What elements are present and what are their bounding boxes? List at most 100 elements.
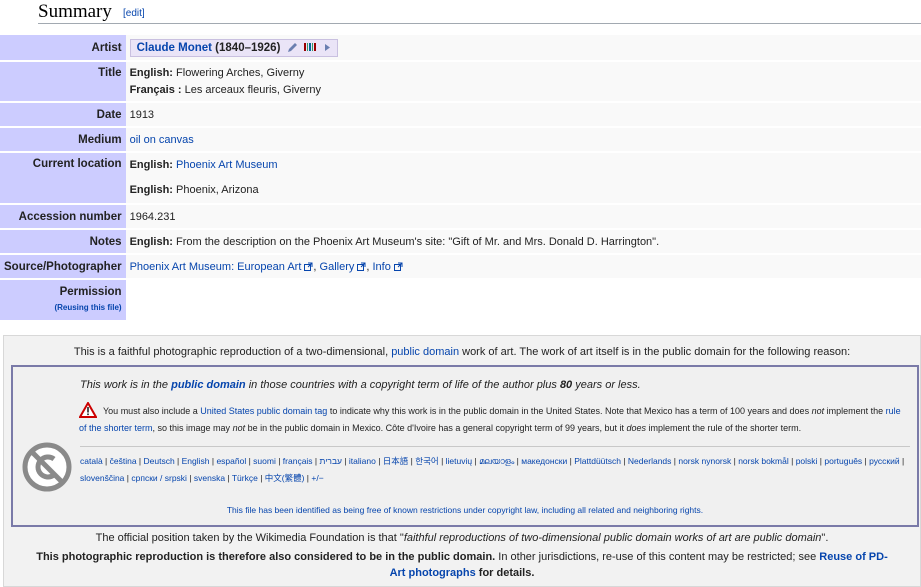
reusing-file-link[interactable]: (Reusing this file) (54, 303, 121, 312)
artist-years: (1840–1926) (215, 41, 281, 54)
medium-link[interactable]: oil on canvas (130, 134, 194, 146)
public-domain-icon (22, 442, 72, 492)
language-link[interactable]: català (80, 456, 103, 466)
final-end: for details. (475, 567, 535, 579)
external-link-icon (393, 262, 403, 272)
row-artist: Artist Claude Monet (1840–1926) (0, 35, 921, 60)
warn-does: does (626, 423, 647, 433)
pd-years: 80 (559, 379, 573, 391)
row-notes: Notes English: From the description on t… (0, 230, 921, 253)
value-medium: oil on canvas (125, 128, 921, 151)
official-text-b: ". (821, 532, 829, 544)
row-accession: Accession number 1964.231 (0, 205, 921, 228)
license-box: This is a faithful photographic reproduc… (3, 335, 921, 587)
language-link[interactable]: español (216, 456, 246, 466)
language-separator: | (102, 456, 110, 466)
language-link[interactable]: italiano (349, 456, 376, 466)
row-date: Date 1913 (0, 103, 921, 126)
label-location: Current location (0, 153, 126, 203)
language-link[interactable]: עברית (320, 456, 342, 466)
language-separator: | (136, 456, 144, 466)
title-en: Flowering Arches, Giverny (176, 66, 305, 79)
value-permission (125, 280, 921, 320)
title-lang-en: English: (129, 66, 173, 79)
language-link[interactable]: norsk bokmål (738, 456, 789, 466)
pd-art-conclusion: This photographic reproduction is theref… (32, 549, 892, 581)
warn-not-2: not (232, 423, 246, 433)
external-link-icon (304, 262, 313, 272)
final-bold: This photographic reproduction is theref… (36, 551, 496, 563)
title-lang-fr: Français : (129, 83, 182, 96)
expand-arrow-icon[interactable] (324, 43, 331, 52)
identified-link[interactable]: This file has been identified as being f… (227, 505, 703, 515)
warn-text-f: implement the rule of the shorter term. (646, 423, 802, 433)
pd-statement: This work is in the public domain in tho… (80, 379, 641, 391)
us-pd-tag-link[interactable]: United States public domain tag (200, 406, 327, 416)
language-link[interactable]: polski (796, 456, 818, 466)
source-link-european-art[interactable]: Phoenix Art Museum: European Art (130, 261, 302, 273)
public-domain-link[interactable]: public domain (391, 346, 459, 358)
identified-notice: This file has been identified as being f… (13, 505, 917, 515)
language-link[interactable]: Türkçe (232, 473, 258, 483)
warn-text-d: , so this image may (152, 423, 233, 433)
language-link[interactable]: русский (869, 456, 900, 466)
language-separator: | (312, 456, 320, 466)
value-date: 1913 (125, 103, 921, 126)
pd-text-b: in those countries with a copyright term… (245, 379, 560, 391)
wikidata-icon[interactable] (303, 42, 318, 52)
pencil-icon[interactable] (287, 42, 298, 53)
language-link[interactable]: മലയാളം (479, 456, 514, 466)
language-link[interactable]: slovenščina (80, 473, 124, 483)
language-link[interactable]: lietuvių (446, 456, 472, 466)
language-link[interactable]: 日本語 (383, 456, 409, 466)
value-artist: Claude Monet (1840–1926) (125, 35, 921, 60)
intro-text-b: work of art. The work of art itself is i… (459, 346, 851, 358)
language-link[interactable]: suomi (253, 456, 276, 466)
notes-lang: English: (129, 235, 173, 248)
edit-link[interactable]: [edit] (123, 8, 145, 19)
language-link[interactable]: српски / srpski (131, 473, 187, 483)
warn-not: not (811, 406, 825, 416)
pd-statement-link[interactable]: public domain (171, 379, 246, 391)
title-fr: Les arceaux fleuris, Giverny (184, 83, 321, 96)
language-link[interactable]: English (182, 456, 210, 466)
official-text-a: The official position taken by the Wikim… (95, 532, 404, 544)
value-notes: English: From the description on the Pho… (125, 230, 921, 253)
pd-text-a: This work is in the (80, 379, 172, 391)
language-separator: | (275, 456, 283, 466)
language-link[interactable]: Nederlands (628, 456, 671, 466)
label-medium: Medium (0, 128, 126, 151)
language-link[interactable]: Plattdüütsch (574, 456, 621, 466)
label-title: Title (0, 62, 126, 101)
language-link[interactable]: português (824, 456, 862, 466)
label-artist: Artist (0, 35, 126, 60)
location-lang-2: English: (129, 184, 173, 196)
notes-text: From the description on the Phoenix Art … (176, 235, 660, 248)
language-separator: | (899, 456, 905, 466)
language-link[interactable]: 한국어 (415, 456, 438, 466)
language-link[interactable]: norsk nynorsk (678, 456, 731, 466)
source-link-gallery[interactable]: Gallery (320, 261, 355, 273)
language-link[interactable]: čeština (110, 456, 137, 466)
warn-text-b: to indicate why this work is in the publ… (327, 406, 812, 416)
location-lang-1: English: (129, 159, 173, 171)
value-location: English: Phoenix Art Museum English: Pho… (125, 153, 921, 203)
label-permission: Permission (Reusing this file) (0, 280, 126, 320)
location-city: Phoenix, Arizona (176, 184, 259, 196)
language-link[interactable]: Deutsch (144, 456, 175, 466)
artist-name-link[interactable]: Claude Monet (137, 42, 212, 54)
language-separator: | (225, 473, 232, 483)
language-link[interactable]: svenska (194, 473, 225, 483)
intro-text-a: This is a faithful photographic reproduc… (73, 346, 392, 358)
language-link[interactable]: 中文(繁體) (265, 473, 305, 483)
language-link[interactable]: français (283, 456, 313, 466)
language-link[interactable]: +/− (311, 473, 323, 483)
language-separator: | (375, 456, 383, 466)
museum-link[interactable]: Phoenix Art Museum (176, 159, 278, 171)
artist-creator-box[interactable]: Claude Monet (1840–1926) (129, 38, 339, 57)
label-notes: Notes (0, 230, 126, 253)
source-link-info[interactable]: Info (373, 261, 391, 273)
language-separator: | (174, 456, 182, 466)
language-link[interactable]: македонски (521, 456, 567, 466)
warn-text-e: be in the public domain in Mexico. Côte … (245, 423, 627, 433)
